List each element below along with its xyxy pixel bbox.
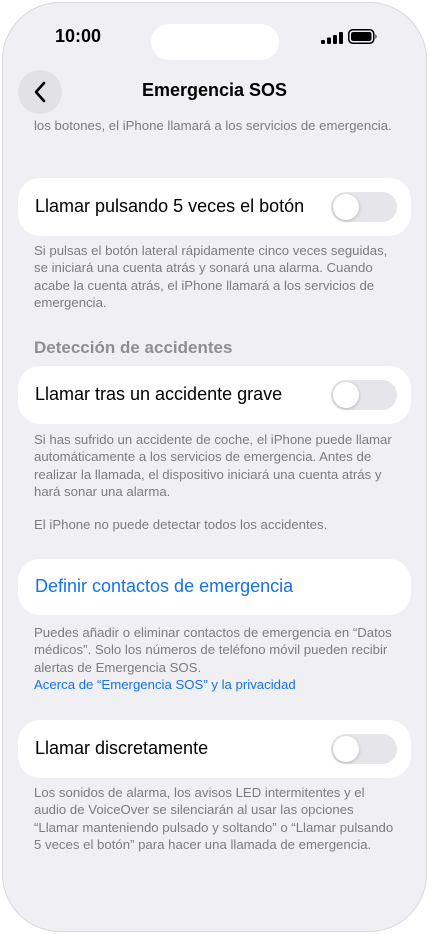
privacy-link[interactable]: Acerca de “Emergencia SOS” y la privacid… [34, 676, 394, 693]
five-press-row[interactable]: Llamar pulsando 5 veces el botón [18, 178, 411, 236]
crash-detection-toggle[interactable] [331, 380, 397, 410]
five-press-toggle[interactable] [331, 192, 397, 222]
five-press-label: Llamar pulsando 5 veces el botón [35, 196, 305, 216]
crash-detection-footer: Si has sufrido un accidente de coche, el… [34, 432, 392, 499]
cellular-signal-icon [321, 32, 343, 44]
silent-call-label: Llamar discretamente [35, 738, 209, 758]
dynamic-island [151, 24, 279, 60]
phone-screen: 10:00 Emergencia SOS los botones, el iPh… [2, 2, 427, 932]
toggle-knob [333, 194, 359, 220]
page-title: Emergencia SOS [141, 80, 288, 100]
emergency-contacts-link[interactable]: Definir contactos de emergencia [35, 576, 293, 597]
five-press-footer: Si pulsas el botón lateral rápidamente c… [34, 243, 388, 310]
contacts-footer: Puedes añadir o eliminar contactos de em… [34, 624, 394, 693]
crash-detection-label: Llamar tras un accidente grave [35, 384, 283, 404]
crash-detection-row[interactable]: Llamar tras un accidente grave [18, 366, 411, 424]
emergency-contacts-row[interactable]: Definir contactos de emergencia [18, 559, 411, 615]
silent-call-toggle[interactable] [331, 734, 397, 764]
battery-icon [348, 29, 377, 44]
crash-detection-header: Detección de accidentes [34, 338, 233, 357]
crash-detection-note: El iPhone no puede detectar todos los ac… [34, 517, 328, 532]
status-time: 10:00 [55, 26, 102, 46]
top-footer-text: los botones, el iPhone llamará a los ser… [34, 118, 392, 133]
silent-call-footer: Los sonidos de alarma, los avisos LED in… [34, 785, 394, 852]
silent-call-row[interactable]: Llamar discretamente [18, 720, 411, 778]
toggle-knob [333, 382, 359, 408]
contacts-footer-text: Puedes añadir o eliminar contactos de em… [34, 625, 392, 675]
toggle-knob [333, 736, 359, 762]
